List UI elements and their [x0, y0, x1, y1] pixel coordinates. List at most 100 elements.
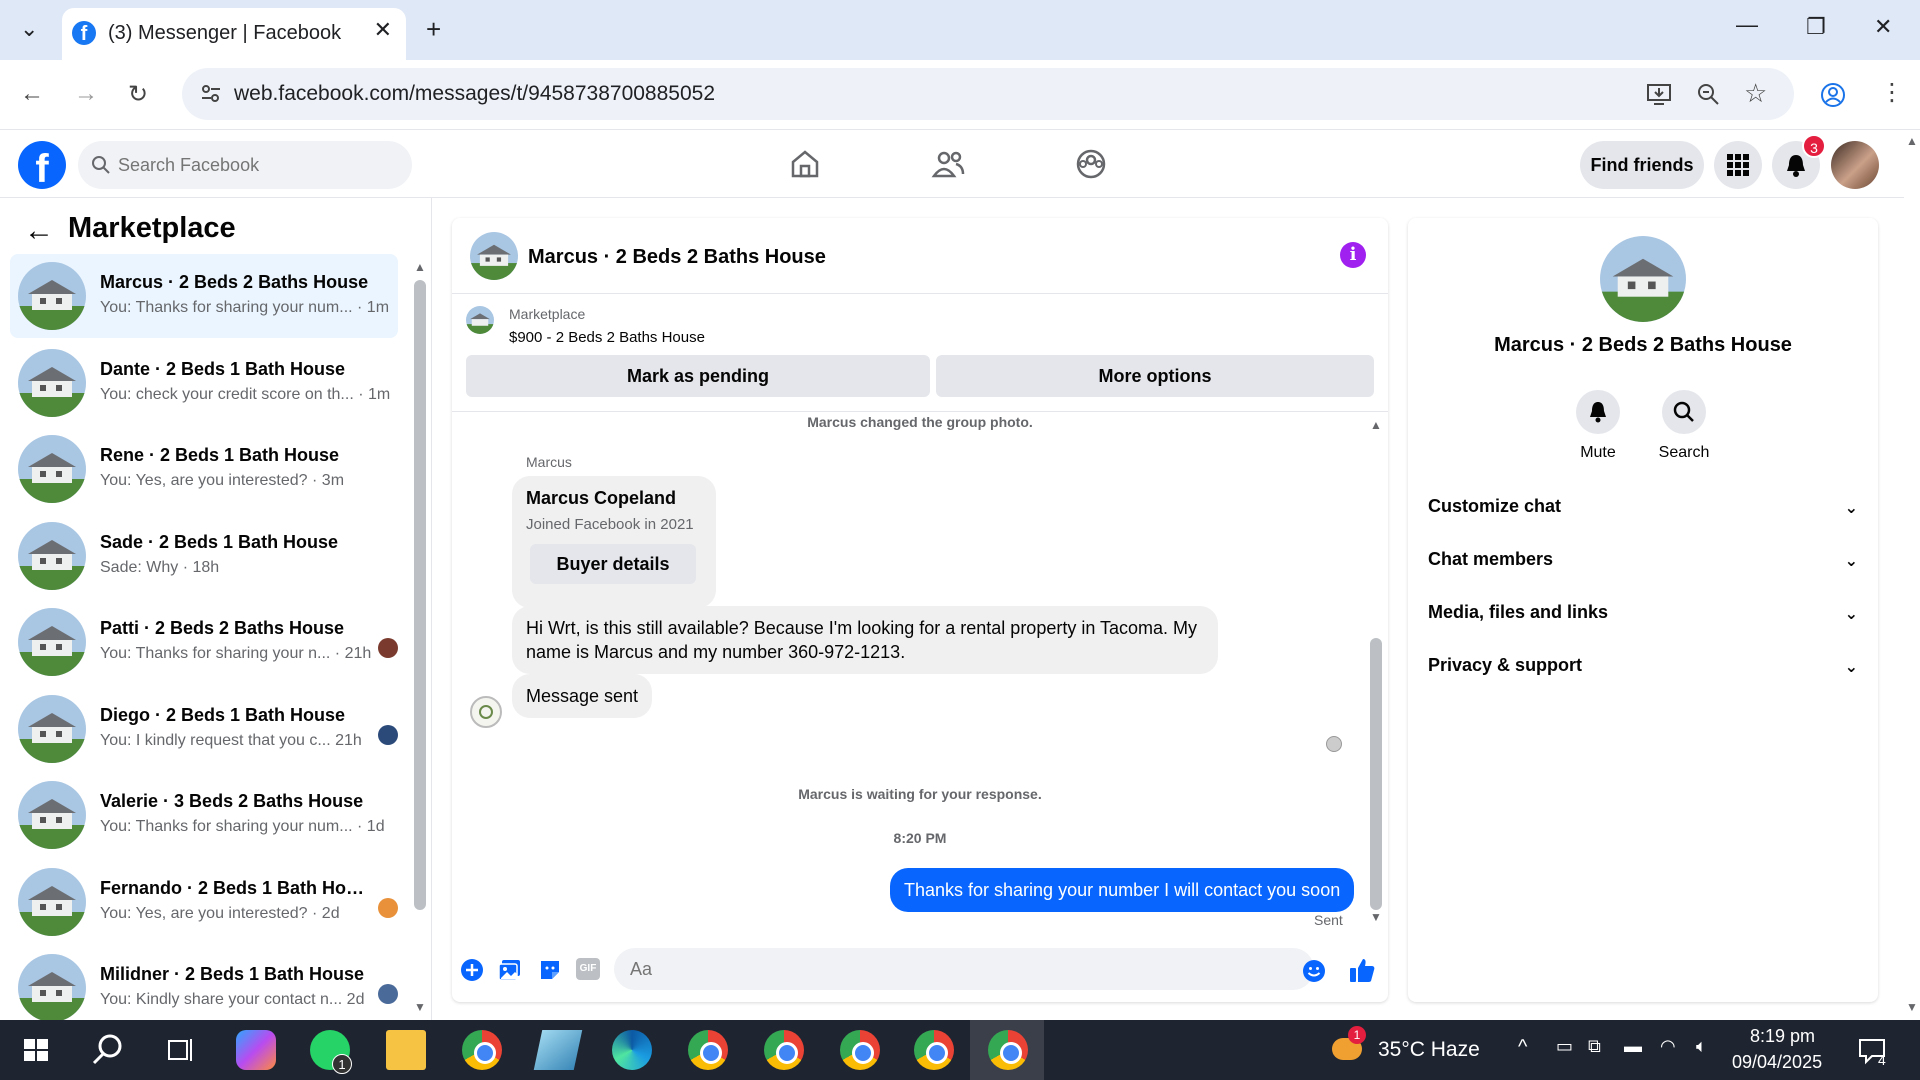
- incoming-message[interactable]: Message sent: [512, 674, 653, 718]
- more-options-button[interactable]: More options: [936, 355, 1374, 397]
- windows-start-icon[interactable]: [16, 1030, 56, 1070]
- file-explorer-icon[interactable]: [386, 1030, 426, 1070]
- chat-members-section[interactable]: Chat members ⌄: [1428, 549, 1858, 589]
- chat-panel: Marcus · 2 Beds 2 Baths House i Marketpl…: [452, 218, 1388, 1002]
- conversation-item[interactable]: Dante · 2 Beds 1 Bath House You: check yo…: [10, 341, 398, 425]
- outgoing-message[interactable]: Thanks for sharing your number I will co…: [890, 868, 1355, 912]
- chat-scrollbar[interactable]: [1370, 638, 1382, 910]
- message-input[interactable]: [614, 948, 1314, 990]
- page-scroll-up-icon[interactable]: ▲: [1906, 134, 1918, 148]
- wifi-icon[interactable]: ◠: [1660, 1036, 1676, 1057]
- chrome-profile-icon[interactable]: [764, 1030, 804, 1070]
- window-close-icon[interactable]: ✕: [1874, 14, 1892, 40]
- chat-scroll-up-icon[interactable]: ▲: [1370, 418, 1382, 432]
- edge-icon[interactable]: [612, 1030, 652, 1070]
- groups-icon[interactable]: [1071, 144, 1111, 184]
- clock-time[interactable]: 8:19 pm: [1750, 1026, 1815, 1047]
- incoming-message[interactable]: Hi Wrt, is this still available? Because…: [512, 606, 1218, 674]
- customize-chat-section[interactable]: Customize chat ⌄: [1428, 496, 1858, 536]
- find-friends-button[interactable]: Find friends: [1580, 141, 1704, 189]
- weather-badge: 1: [1348, 1026, 1366, 1044]
- like-thumb-icon[interactable]: [1348, 956, 1376, 984]
- conversation-item[interactable]: Patti · 2 Beds 2 Baths House You: Thanks …: [10, 600, 398, 684]
- chat-avatar[interactable]: [470, 232, 518, 280]
- chevron-down-icon: ⌄: [1844, 659, 1858, 676]
- search-conversation-button[interactable]: Search: [1644, 390, 1724, 462]
- clock-date[interactable]: 09/04/2025: [1732, 1052, 1822, 1073]
- media-files-section[interactable]: Media, files and links ⌄: [1428, 602, 1858, 642]
- reload-icon[interactable]: ↻: [128, 80, 148, 109]
- chrome-profile-icon[interactable]: [840, 1030, 880, 1070]
- back-icon[interactable]: ←: [20, 80, 44, 108]
- profile-icon[interactable]: [1820, 82, 1846, 108]
- tab-search-chevron-icon[interactable]: ⌄: [20, 16, 38, 42]
- chrome-icon[interactable]: [462, 1030, 502, 1070]
- more-actions-plus-icon[interactable]: [460, 958, 484, 982]
- sticker-icon[interactable]: [538, 958, 562, 982]
- sidebar-scrollbar[interactable]: [414, 280, 426, 910]
- emoji-icon[interactable]: [1302, 959, 1326, 983]
- volume-icon[interactable]: 🔈︎: [1696, 1036, 1707, 1057]
- task-view-icon[interactable]: [160, 1030, 200, 1070]
- minimize-icon[interactable]: —: [1736, 12, 1758, 38]
- meet-icon[interactable]: ▭: [1556, 1036, 1573, 1057]
- page-scroll-down-icon[interactable]: ▼: [1906, 1000, 1918, 1014]
- bookmark-star-icon[interactable]: ☆: [1744, 78, 1767, 109]
- battery-icon[interactable]: ▬: [1624, 1036, 1642, 1057]
- chat-scroll-down-icon[interactable]: ▼: [1370, 910, 1382, 924]
- search-box[interactable]: [78, 141, 412, 189]
- facebook-logo-icon[interactable]: f: [18, 141, 66, 189]
- whatsapp-icon[interactable]: 1: [310, 1030, 352, 1074]
- listing-title[interactable]: $900 - 2 Beds 2 Baths House: [509, 329, 705, 346]
- details-avatar[interactable]: [1600, 236, 1686, 322]
- account-avatar[interactable]: [1831, 141, 1879, 189]
- site-info-icon[interactable]: [200, 84, 222, 104]
- conversation-item[interactable]: Sade · 2 Beds 1 Bath House Sade: Why · 18…: [10, 514, 398, 598]
- mute-button[interactable]: Mute: [1558, 390, 1638, 462]
- weather-text[interactable]: 35°C Haze: [1378, 1038, 1480, 1062]
- page-scrollbar[interactable]: ▲ ▼: [1904, 130, 1920, 1020]
- back-arrow-icon[interactable]: ←: [24, 214, 54, 248]
- new-tab-button[interactable]: +: [426, 14, 441, 45]
- privacy-support-section[interactable]: Privacy & support ⌄: [1428, 655, 1858, 695]
- taskbar-search-icon[interactable]: [88, 1030, 128, 1070]
- weather-icon[interactable]: 1: [1330, 1026, 1370, 1070]
- chrome-active-icon[interactable]: [988, 1030, 1028, 1070]
- display-icon[interactable]: ⧉: [1588, 1036, 1601, 1057]
- menu-grid-button[interactable]: [1714, 141, 1762, 189]
- app-icon[interactable]: [533, 1030, 583, 1070]
- install-app-icon[interactable]: [1646, 82, 1672, 106]
- sender-avatar[interactable]: [470, 696, 502, 728]
- listing-thumbnail: [18, 781, 86, 849]
- restore-icon[interactable]: ❐: [1806, 14, 1826, 40]
- conversation-item[interactable]: Diego · 2 Beds 1 Bath House You: I kindly…: [10, 687, 398, 771]
- attach-photo-icon[interactable]: [498, 958, 522, 982]
- notification-center-icon[interactable]: [1852, 1030, 1892, 1070]
- browser-tab[interactable]: f (3) Messenger | Facebook ✕: [62, 8, 406, 60]
- gif-icon[interactable]: GIF: [576, 958, 600, 980]
- conversation-item[interactable]: Milidner · 2 Beds 1 Bath House You: Kindl…: [10, 946, 398, 1030]
- search-input[interactable]: [118, 141, 398, 189]
- buyer-details-button[interactable]: Buyer details: [530, 544, 696, 584]
- address-bar[interactable]: web.facebook.com/messages/t/945873870088…: [182, 68, 1794, 120]
- conversation-item[interactable]: Valerie · 3 Beds 2 Baths House You: Thank…: [10, 773, 398, 857]
- mark-pending-button[interactable]: Mark as pending: [466, 355, 930, 397]
- conversation-item[interactable]: Rene · 2 Beds 1 Bath House You: Yes, are …: [10, 427, 398, 511]
- friends-icon[interactable]: [928, 144, 968, 184]
- home-icon[interactable]: [785, 144, 825, 184]
- scroll-up-icon[interactable]: ▲: [414, 260, 426, 274]
- zoom-icon[interactable]: [1696, 82, 1720, 106]
- tray-chevron-icon[interactable]: ^: [1518, 1036, 1527, 1059]
- tab-close-icon[interactable]: ✕: [374, 17, 392, 43]
- conversation-item[interactable]: Marcus · 2 Beds 2 Baths House You: Thanks…: [10, 254, 398, 338]
- conversation-preview: You: Yes, are you interested? · 3m: [100, 472, 345, 489]
- conversation-item[interactable]: Fernando · 2 Beds 1 Bath Hou... You: Yes,…: [10, 860, 398, 944]
- chrome-profile-icon[interactable]: [688, 1030, 728, 1070]
- forward-icon[interactable]: →: [74, 80, 98, 108]
- chrome-profile-icon[interactable]: [914, 1030, 954, 1070]
- copilot-icon[interactable]: [236, 1030, 276, 1070]
- browser-menu-icon[interactable]: ⋮: [1880, 78, 1904, 107]
- chat-title[interactable]: Marcus · 2 Beds 2 Baths House: [528, 246, 826, 269]
- scroll-down-icon[interactable]: ▼: [414, 1000, 426, 1014]
- info-icon[interactable]: i: [1340, 242, 1366, 268]
